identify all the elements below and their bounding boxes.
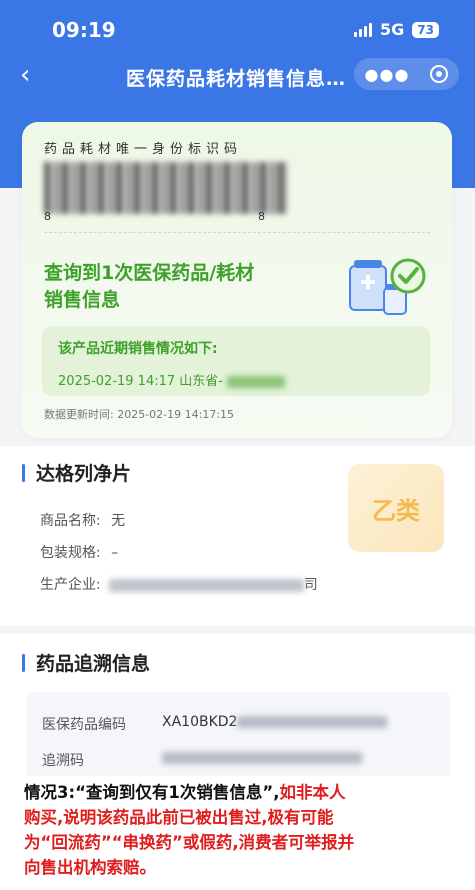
field-manufacturer: 生产企业: 司 [40, 574, 318, 594]
field-label: 生产企业: [40, 577, 101, 593]
barcode-digit-right: 8 [258, 210, 265, 223]
close-target-icon[interactable] [430, 65, 449, 83]
update-time: 数据更新时间: 2025-02-19 14:17:15 [44, 408, 235, 421]
barcode-digit-left: 8 [44, 210, 51, 223]
code-title: 药品耗材唯一身份标识码 [44, 142, 243, 157]
result-card: 药品耗材唯一身份标识码 8 8 查询到1次医保药品/耗材 销售信息 该产品近期销… [22, 122, 452, 438]
trace-value-tracking [162, 750, 362, 766]
field-label: 商品名称: [40, 513, 101, 529]
field-value-suffix: 司 [303, 577, 318, 593]
redacted-tracking-code [162, 752, 362, 764]
redacted-code [237, 716, 388, 728]
field-value: – [111, 545, 119, 561]
trace-title: 药品追溯信息 [36, 653, 151, 675]
field-value: 无 [111, 513, 126, 529]
status-indicators: 5G 73 [354, 20, 439, 39]
page-title: 医保药品耗材销售信息… [126, 68, 347, 90]
network-type: 5G [380, 20, 405, 39]
more-icon[interactable]: ●●● [365, 65, 410, 84]
barcode-image [44, 162, 289, 214]
found-line-2: 销售信息 [44, 289, 121, 311]
note-line-1: 情况3:“查询到仅有1次销售信息”,如非本人 [24, 780, 451, 805]
field-trade-name: 商品名称: 无 [40, 510, 125, 530]
section-marker [22, 464, 25, 482]
divider [44, 232, 430, 233]
signal-icon [354, 22, 373, 37]
note-warning-start: 如非本人 [279, 783, 346, 802]
status-bar: 09:19 5G 73 [0, 18, 475, 46]
back-icon[interactable]: ‹ [20, 60, 30, 90]
note-line-4: 向售出机构索赔。 [24, 858, 156, 877]
trace-label-tracking: 追溯码 [42, 753, 84, 769]
note-scenario: 情况3:“查询到仅有1次销售信息”, [24, 783, 280, 802]
miniprogram-capsule: ●●● [354, 58, 459, 90]
recent-sales-text: 2025-02-19 14:17 山东省- [58, 374, 223, 389]
found-line-1: 查询到1次医保药品/耗材 [44, 262, 255, 284]
trace-label-code: 医保药品编码 [42, 717, 126, 733]
navbar: ‹ 医保药品耗材销售信息… ●●● [0, 56, 475, 96]
note-line-2: 购买,说明该药品此前已被出售过,极有可能 [24, 808, 334, 827]
field-label: 包装规格: [40, 545, 101, 561]
redacted-manufacturer [108, 578, 304, 592]
trace-value-code: XA10BKD2 [162, 714, 388, 730]
recent-sales-title: 该产品近期销售情况如下: [58, 341, 218, 357]
field-package-spec: 包装规格: – [40, 542, 118, 562]
section-marker [22, 654, 25, 672]
trace-code-text: XA10BKD2 [162, 714, 238, 730]
status-time: 09:19 [52, 18, 116, 42]
note-line-3: 为“回流药”“串换药”或假药,消费者可举报并 [24, 833, 355, 852]
redacted-city [226, 375, 285, 388]
trace-table: 医保药品编码 XA10BKD2 追溯码 [26, 692, 450, 782]
warning-note: 情况3:“查询到仅有1次销售信息”,如非本人 购买,说明该药品此前已被出售过,极… [0, 776, 475, 890]
product-info-section: 达格列净片 乙类 商品名称: 无 包装规格: – 生产企业: 司 [0, 446, 475, 626]
recent-sales-box: 该产品近期销售情况如下: 2025-02-19 14:17 山东省- [42, 326, 430, 396]
medicine-check-icon [349, 258, 426, 315]
recent-sales-record: 2025-02-19 14:17 山东省- [58, 370, 285, 389]
category-badge: 乙类 [348, 464, 444, 552]
battery-icon: 73 [412, 21, 439, 38]
found-message: 查询到1次医保药品/耗材 销售信息 [44, 260, 254, 314]
product-name: 达格列净片 [36, 463, 132, 485]
